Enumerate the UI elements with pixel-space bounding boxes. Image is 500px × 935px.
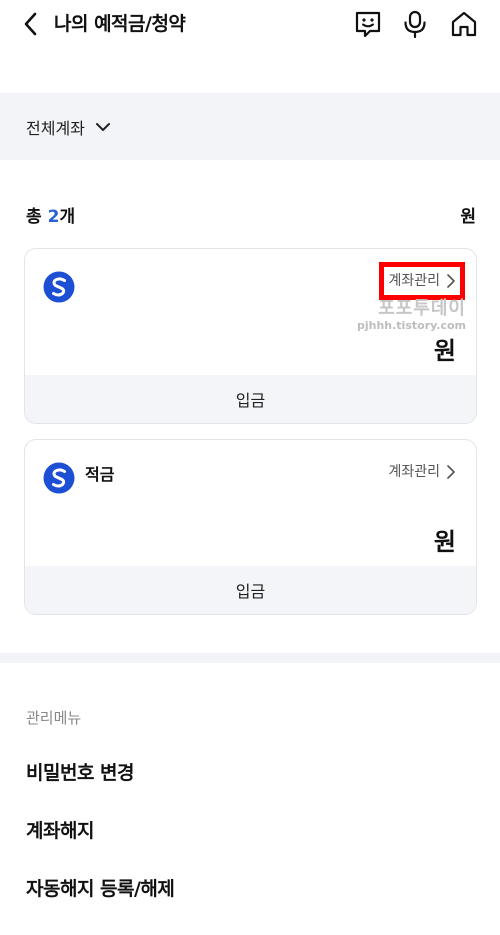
- chat-bot-icon: [355, 11, 381, 38]
- account-manage-label: 계좌관리: [388, 273, 440, 289]
- menu-section-header: 관리메뉴: [26, 709, 82, 727]
- account-count-suffix: 개: [59, 206, 76, 227]
- shinhan-bank-logo-icon: [43, 271, 75, 303]
- account-count: 총 2개: [26, 202, 75, 227]
- chevron-down-icon: [95, 123, 110, 131]
- account-card: 적금 계좌관리 원 입금: [24, 439, 477, 615]
- account-filter-dropdown[interactable]: 전체계좌: [26, 115, 111, 139]
- account-filter-bar: 전체계좌: [0, 93, 500, 160]
- watermark-title: 포포투데이: [378, 298, 466, 319]
- account-balance: 원: [433, 337, 456, 365]
- microphone-icon: [404, 10, 426, 39]
- deposit-button[interactable]: 입금: [25, 375, 476, 423]
- account-card-body[interactable]: 계좌관리 포포투데이 pjhhh.tistory.com 원: [25, 249, 476, 375]
- account-manage-link[interactable]: 계좌관리: [379, 262, 465, 300]
- chat-bot-button[interactable]: [353, 9, 383, 39]
- watermark: 포포투데이 pjhhh.tistory.com: [357, 299, 466, 333]
- back-button[interactable]: [20, 10, 44, 38]
- account-count-number: 2: [47, 206, 60, 227]
- home-button[interactable]: [449, 9, 479, 39]
- menu-item-close-account[interactable]: 계좌해지: [26, 816, 94, 843]
- account-name: 적금: [85, 465, 115, 484]
- chevron-right-icon: [447, 274, 455, 288]
- voice-search-button[interactable]: [400, 9, 430, 39]
- account-manage-label: 계좌관리: [388, 464, 440, 480]
- account-card: 계좌관리 포포투데이 pjhhh.tistory.com 원 입금: [24, 248, 477, 424]
- menu-item-auto-close-setting[interactable]: 자동해지 등록/해제: [26, 874, 175, 901]
- menu-item-change-password[interactable]: 비밀번호 변경: [26, 758, 135, 785]
- account-count-prefix: 총: [26, 206, 42, 227]
- account-card-body[interactable]: 적금 계좌관리 원: [25, 440, 476, 566]
- shinhan-bank-logo-icon: [43, 462, 75, 494]
- account-manage-link[interactable]: 계좌관리: [388, 462, 456, 482]
- account-summary: 총 2개 원: [26, 200, 476, 228]
- account-balance: 원: [433, 528, 456, 556]
- account-filter-label: 전체계좌: [26, 119, 85, 138]
- deposit-button[interactable]: 입금: [25, 566, 476, 614]
- total-amount-unit: 원: [460, 206, 476, 227]
- top-app-bar: 나의 예적금/청약: [0, 0, 500, 50]
- chevron-left-icon: [24, 12, 37, 36]
- chevron-right-icon: [447, 465, 455, 479]
- page-title: 나의 예적금/청약: [54, 13, 186, 35]
- home-icon: [451, 11, 477, 37]
- section-divider: [0, 653, 500, 663]
